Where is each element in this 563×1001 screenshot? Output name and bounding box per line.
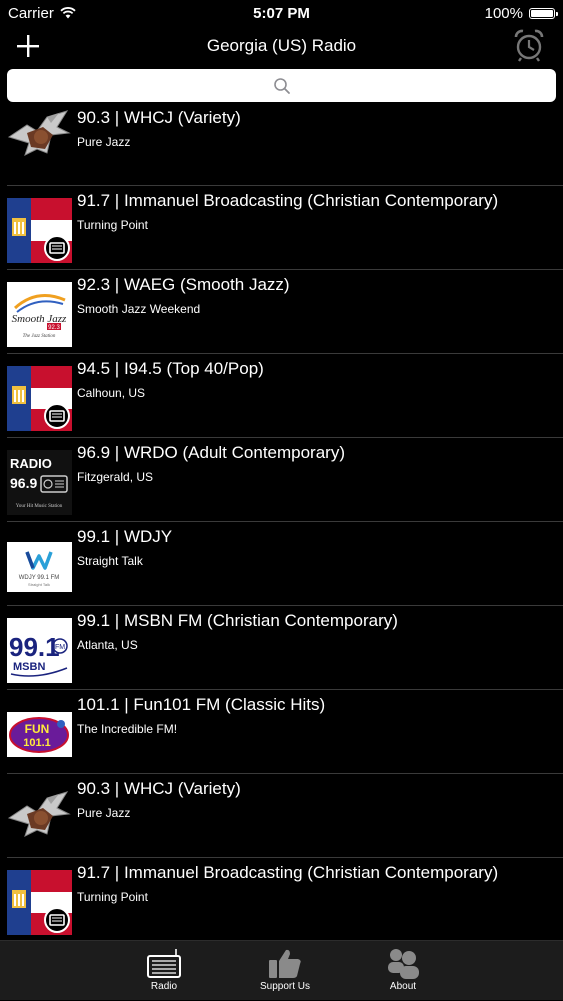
station-title: 99.1 | MSBN FM (Christian Contemporary) <box>77 611 398 630</box>
wdjy-logo: WDJY 99.1 FM Straight Talk <box>7 534 72 599</box>
station-row[interactable]: RADIO 96.9 Your Hit Music Station 96.9 |… <box>7 438 563 522</box>
station-subtitle: Turning Point <box>77 218 148 232</box>
station-title: 91.7 | Immanuel Broadcasting (Christian … <box>77 863 499 882</box>
georgia-flag-radio-logo <box>7 198 72 263</box>
smooth-jazz-logo: Smooth Jazz 92.3 The Jazz Station <box>7 282 72 347</box>
station-title: 96.9 | WRDO (Adult Contemporary) <box>77 443 345 462</box>
station-row[interactable]: 91.7 | Immanuel Broadcasting (Christian … <box>7 186 563 270</box>
tab-radio[interactable]: Radio <box>119 941 209 1001</box>
station-subtitle: Fitzgerald, US <box>77 470 154 484</box>
station-row[interactable]: Smooth Jazz 92.3 The Jazz Station 92.3 |… <box>7 270 563 354</box>
search-bar <box>7 69 556 102</box>
tab-label: Support Us <box>259 981 311 992</box>
station-subtitle: The Incredible FM! <box>77 722 178 736</box>
people-icon <box>388 949 419 979</box>
station-row[interactable]: 99.1 FM MSBN 99.1 | MSBN FM (Christian C… <box>7 606 563 690</box>
tab-support-us[interactable]: Support Us <box>240 941 330 1001</box>
station-title: 99.1 | WDJY <box>77 527 173 546</box>
station-row[interactable]: 94.5 | I94.5 (Top 40/Pop) Calhoun, US <box>7 354 563 438</box>
tab-bar: Radio Support Us About <box>0 940 563 1000</box>
svg-text:MSBN: MSBN <box>13 661 45 673</box>
svg-text:FUN: FUN <box>25 722 50 736</box>
alarm-clock-icon[interactable] <box>513 28 545 62</box>
station-subtitle: Atlanta, US <box>77 638 138 652</box>
whcj-eagle-logo <box>7 105 72 170</box>
station-title: 90.3 | WHCJ (Variety) <box>77 108 241 127</box>
station-title: 94.5 | I94.5 (Top 40/Pop) <box>77 359 264 378</box>
tab-label: About <box>389 981 417 992</box>
status-time: 5:07 PM <box>253 4 310 22</box>
georgia-flag-radio-logo <box>7 870 72 935</box>
svg-text:WDJY 99.1 FM: WDJY 99.1 FM <box>19 575 60 581</box>
svg-text:Your Hit Music Station: Your Hit Music Station <box>16 504 63 509</box>
station-subtitle: Pure Jazz <box>77 806 131 820</box>
search-input[interactable] <box>7 69 556 102</box>
station-title: 91.7 | Immanuel Broadcasting (Christian … <box>77 191 499 210</box>
whcj-eagle-logo <box>7 786 72 851</box>
station-subtitle: Turning Point <box>77 890 148 904</box>
station-subtitle: Smooth Jazz Weekend <box>77 302 201 316</box>
station-row[interactable]: 90.3 | WHCJ (Variety) Pure Jazz <box>7 103 563 186</box>
station-title: 92.3 | WAEG (Smooth Jazz) <box>77 275 290 294</box>
svg-text:FM: FM <box>55 644 65 651</box>
station-title: 90.3 | WHCJ (Variety) <box>77 779 241 798</box>
msbn-991-logo: 99.1 FM MSBN <box>7 618 72 683</box>
status-bar: Carrier 5:07 PM 100% <box>0 0 563 26</box>
svg-text:Straight Talk: Straight Talk <box>28 582 50 587</box>
nav-bar: Georgia (US) Radio <box>0 26 563 66</box>
radio-icon <box>147 949 181 978</box>
georgia-flag-radio-logo <box>7 366 72 431</box>
station-list: 90.3 | WHCJ (Variety) Pure Jazz 91.7 | I… <box>0 103 563 939</box>
plus-icon[interactable] <box>14 32 42 60</box>
station-title: 101.1 | Fun101 FM (Classic Hits) <box>77 695 326 714</box>
svg-text:92.3: 92.3 <box>48 325 60 331</box>
thumbs-up-icon <box>269 949 301 978</box>
svg-text:RADIO: RADIO <box>10 456 52 471</box>
tab-about[interactable]: About <box>358 941 448 1001</box>
station-subtitle: Straight Talk <box>77 554 143 568</box>
page-title: Georgia (US) Radio <box>206 36 357 55</box>
svg-text:The Jazz Station: The Jazz Station <box>23 334 56 339</box>
station-row[interactable]: FUN 101.1 101.1 | Fun101 FM (Classic Hit… <box>7 690 563 774</box>
station-subtitle: Pure Jazz <box>77 135 131 149</box>
station-subtitle: Calhoun, US <box>77 386 146 400</box>
station-row[interactable]: WDJY 99.1 FM Straight Talk 99.1 | WDJY S… <box>7 522 563 606</box>
tab-label: Radio <box>150 981 178 992</box>
battery-icon <box>529 7 558 19</box>
fun101-logo: FUN 101.1 <box>7 702 72 767</box>
svg-text:101.1: 101.1 <box>23 737 51 749</box>
svg-text:96.9: 96.9 <box>10 475 37 491</box>
station-row[interactable]: 90.3 | WHCJ (Variety) Pure Jazz <box>7 774 563 858</box>
radio-969-logo: RADIO 96.9 Your Hit Music Station <box>7 450 72 515</box>
station-row[interactable]: 91.7 | Immanuel Broadcasting (Christian … <box>7 858 563 939</box>
svg-text:99.1: 99.1 <box>9 632 60 662</box>
